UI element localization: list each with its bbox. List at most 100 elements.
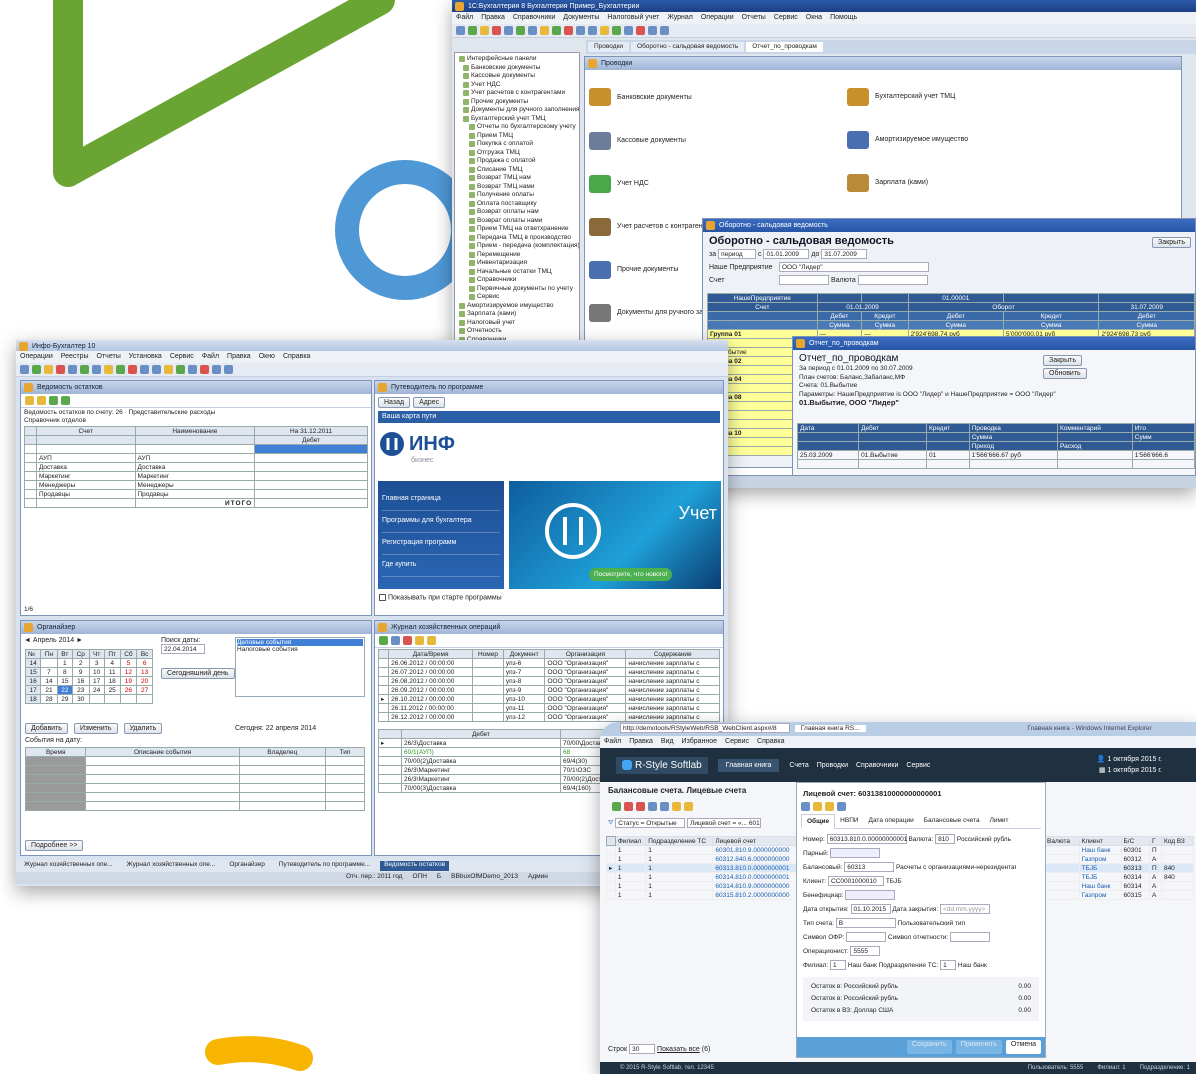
vedomost-row[interactable]: Маркетинг Маркетинг xyxy=(24,471,368,481)
menu-item[interactable]: Справка xyxy=(283,353,310,360)
tab-0[interactable]: Проводки xyxy=(588,42,630,52)
toolbar-icon[interactable] xyxy=(492,26,501,35)
filter-status[interactable]: Статус = Открытые xyxy=(615,818,686,828)
tree-item[interactable]: Налоговый учет xyxy=(457,319,577,328)
toolbar-icon[interactable] xyxy=(152,365,161,374)
accounts-row[interactable]: ТБЈБ 60313 П 840 xyxy=(1044,863,1195,873)
edit-event-button[interactable]: Изменить xyxy=(73,723,118,734)
menu-item[interactable]: Окна xyxy=(806,14,822,21)
calendar-day[interactable]: 10 xyxy=(88,667,105,677)
toolbar-icon[interactable] xyxy=(660,26,669,35)
guide-address-button[interactable]: Адрес xyxy=(413,397,446,408)
journal-row[interactable]: 26.09.2012 / 00:00:00 упз-9 ООО "Организац… xyxy=(377,685,720,695)
tree-item[interactable]: Получение оплаты xyxy=(457,191,577,200)
tree-item[interactable]: Оплата поставщику xyxy=(457,200,577,209)
close-date-field[interactable]: <dd.mm.yyyy> xyxy=(940,904,991,915)
tree-item[interactable]: Банковские документы xyxy=(457,64,577,73)
menu-item[interactable]: Файл xyxy=(202,353,219,360)
calendar-day[interactable]: 26 xyxy=(119,685,138,695)
save-button[interactable]: Сохранить xyxy=(906,1040,952,1054)
taskbar-item[interactable]: Журнал хозяйственных опе... xyxy=(123,861,220,871)
toolbar-icon[interactable] xyxy=(68,365,77,374)
pane-item[interactable]: Учет НДС xyxy=(589,162,849,205)
toolbar-icon[interactable] xyxy=(648,26,657,35)
calendar-day[interactable] xyxy=(136,694,153,704)
accounts-row[interactable]: ▸ 1 1 60313.810.0.0000000001 xyxy=(606,863,798,873)
tree-item[interactable]: Отчеты по бухгалтерскому учету xyxy=(457,123,577,132)
tree-item[interactable]: Инвентаризация xyxy=(457,259,577,268)
calendar-day[interactable]: 6 xyxy=(136,658,153,668)
journal-row[interactable]: 26.08.2012 / 00:00:00 упз-8 ООО "Организац… xyxy=(377,676,720,686)
accounts-row[interactable]: Газпром 60315 А xyxy=(1044,890,1195,900)
toolbar-icon[interactable] xyxy=(564,26,573,35)
event-type-item[interactable]: Налоговые события xyxy=(237,646,363,653)
tree-item[interactable]: Возврат оплаты нам xyxy=(457,208,577,217)
toolbar-icon[interactable] xyxy=(576,26,585,35)
accounts-row[interactable]: 1 1 60314.810.9.0000000000 xyxy=(606,881,798,891)
calendar-day[interactable]: 21 xyxy=(40,685,58,695)
menu-item[interactable]: Реестры xyxy=(61,353,89,360)
toolbar-icon[interactable] xyxy=(56,365,65,374)
tree-item[interactable]: Прием ТМЦ xyxy=(457,132,577,141)
dialog-tab[interactable]: Балансовые счета xyxy=(919,814,985,828)
browser-menu-item[interactable]: Справка xyxy=(757,738,784,745)
menu-item[interactable]: Документы xyxy=(563,14,599,21)
operator-field[interactable]: 5555 xyxy=(850,946,881,957)
accounts-row[interactable]: 1 1 60314.810.0.0000000001 xyxy=(606,872,798,882)
tree-item[interactable]: Интерфейсные панели xyxy=(457,55,577,64)
guide-link[interactable]: Главная страница xyxy=(382,489,500,511)
browser-menu-item[interactable]: Вид xyxy=(661,738,674,745)
accounts-row[interactable]: 1 1 60312.840.6.0000000000 xyxy=(606,854,798,864)
taskbar-item[interactable]: Ведомость остатков xyxy=(380,861,450,871)
toolbar-icon[interactable] xyxy=(92,365,101,374)
calendar-day[interactable]: 3 xyxy=(88,658,105,668)
toolbar-icon[interactable] xyxy=(504,26,513,35)
nav-item[interactable]: Проводки xyxy=(817,762,848,769)
tree-item[interactable]: Перемещение xyxy=(457,251,577,260)
account-type-field[interactable]: В xyxy=(835,918,896,929)
dialog-tab[interactable]: НВПИ xyxy=(835,814,863,828)
toolbar-icon[interactable] xyxy=(188,365,197,374)
toolbar-icon[interactable] xyxy=(200,365,209,374)
dialog-tab[interactable]: Лимит xyxy=(985,814,1014,828)
calendar-day[interactable]: 27 xyxy=(136,685,153,695)
tree-item[interactable]: Списание ТМЦ xyxy=(457,166,577,175)
menu-item[interactable]: Установка xyxy=(129,353,162,360)
nav-item[interactable]: Счета xyxy=(789,762,808,769)
accounts-row[interactable]: ТБЈБ 60314 А 840 xyxy=(1044,872,1195,882)
dialog-tab[interactable]: Общие xyxy=(801,814,836,829)
toolbar-icon[interactable] xyxy=(176,365,185,374)
toolbar-icon[interactable] xyxy=(624,26,633,35)
toolbar-icon[interactable] xyxy=(32,365,41,374)
menu-item[interactable]: Справочники xyxy=(513,14,555,21)
menu-item[interactable]: Отчеты xyxy=(97,353,121,360)
toolbar-icon[interactable] xyxy=(104,365,113,374)
menu-item[interactable]: Окно xyxy=(259,353,275,360)
tree-item[interactable]: Передача ТМЦ в производство xyxy=(457,234,577,243)
guide-link[interactable]: Регистрация программ xyxy=(382,533,500,555)
browser-tab[interactable]: Главная книга RS... xyxy=(794,725,866,732)
accounts-row[interactable]: 1 1 60301.810.9.0000000000 xyxy=(606,845,798,855)
tree-item[interactable]: Первичные документы по учету xyxy=(457,285,577,294)
next-month-button[interactable]: ► xyxy=(76,637,83,644)
beneficiary-field[interactable] xyxy=(845,890,896,901)
toolbar-icon[interactable] xyxy=(600,26,609,35)
prev-month-button[interactable]: ◄ xyxy=(24,637,31,644)
calendar-day[interactable]: 20 xyxy=(136,676,153,686)
menu-item[interactable]: Налоговый учет xyxy=(607,14,659,21)
toolbar-icon[interactable] xyxy=(612,26,621,35)
calendar-day[interactable]: 17 xyxy=(88,676,105,686)
taskbar-item[interactable]: Органайзер xyxy=(225,861,269,871)
tree-item[interactable]: Прочие документы xyxy=(457,98,577,107)
menu-item[interactable]: Операции xyxy=(20,353,53,360)
report-symbol-field[interactable] xyxy=(950,932,991,943)
toolbar-icon[interactable] xyxy=(44,365,53,374)
nav-item[interactable]: Справочники xyxy=(856,762,898,769)
branch-field[interactable]: 1 xyxy=(830,960,847,971)
toolbar-icon[interactable] xyxy=(140,365,149,374)
menu-item[interactable]: Операции xyxy=(701,14,734,21)
tree-item[interactable]: Бухгалтерский учет ТМЦ xyxy=(457,115,577,124)
calendar-day[interactable] xyxy=(40,658,58,668)
tree-item[interactable]: Продажа с оплатой xyxy=(457,157,577,166)
otchet-refresh-button[interactable]: Обновить xyxy=(1043,368,1087,379)
